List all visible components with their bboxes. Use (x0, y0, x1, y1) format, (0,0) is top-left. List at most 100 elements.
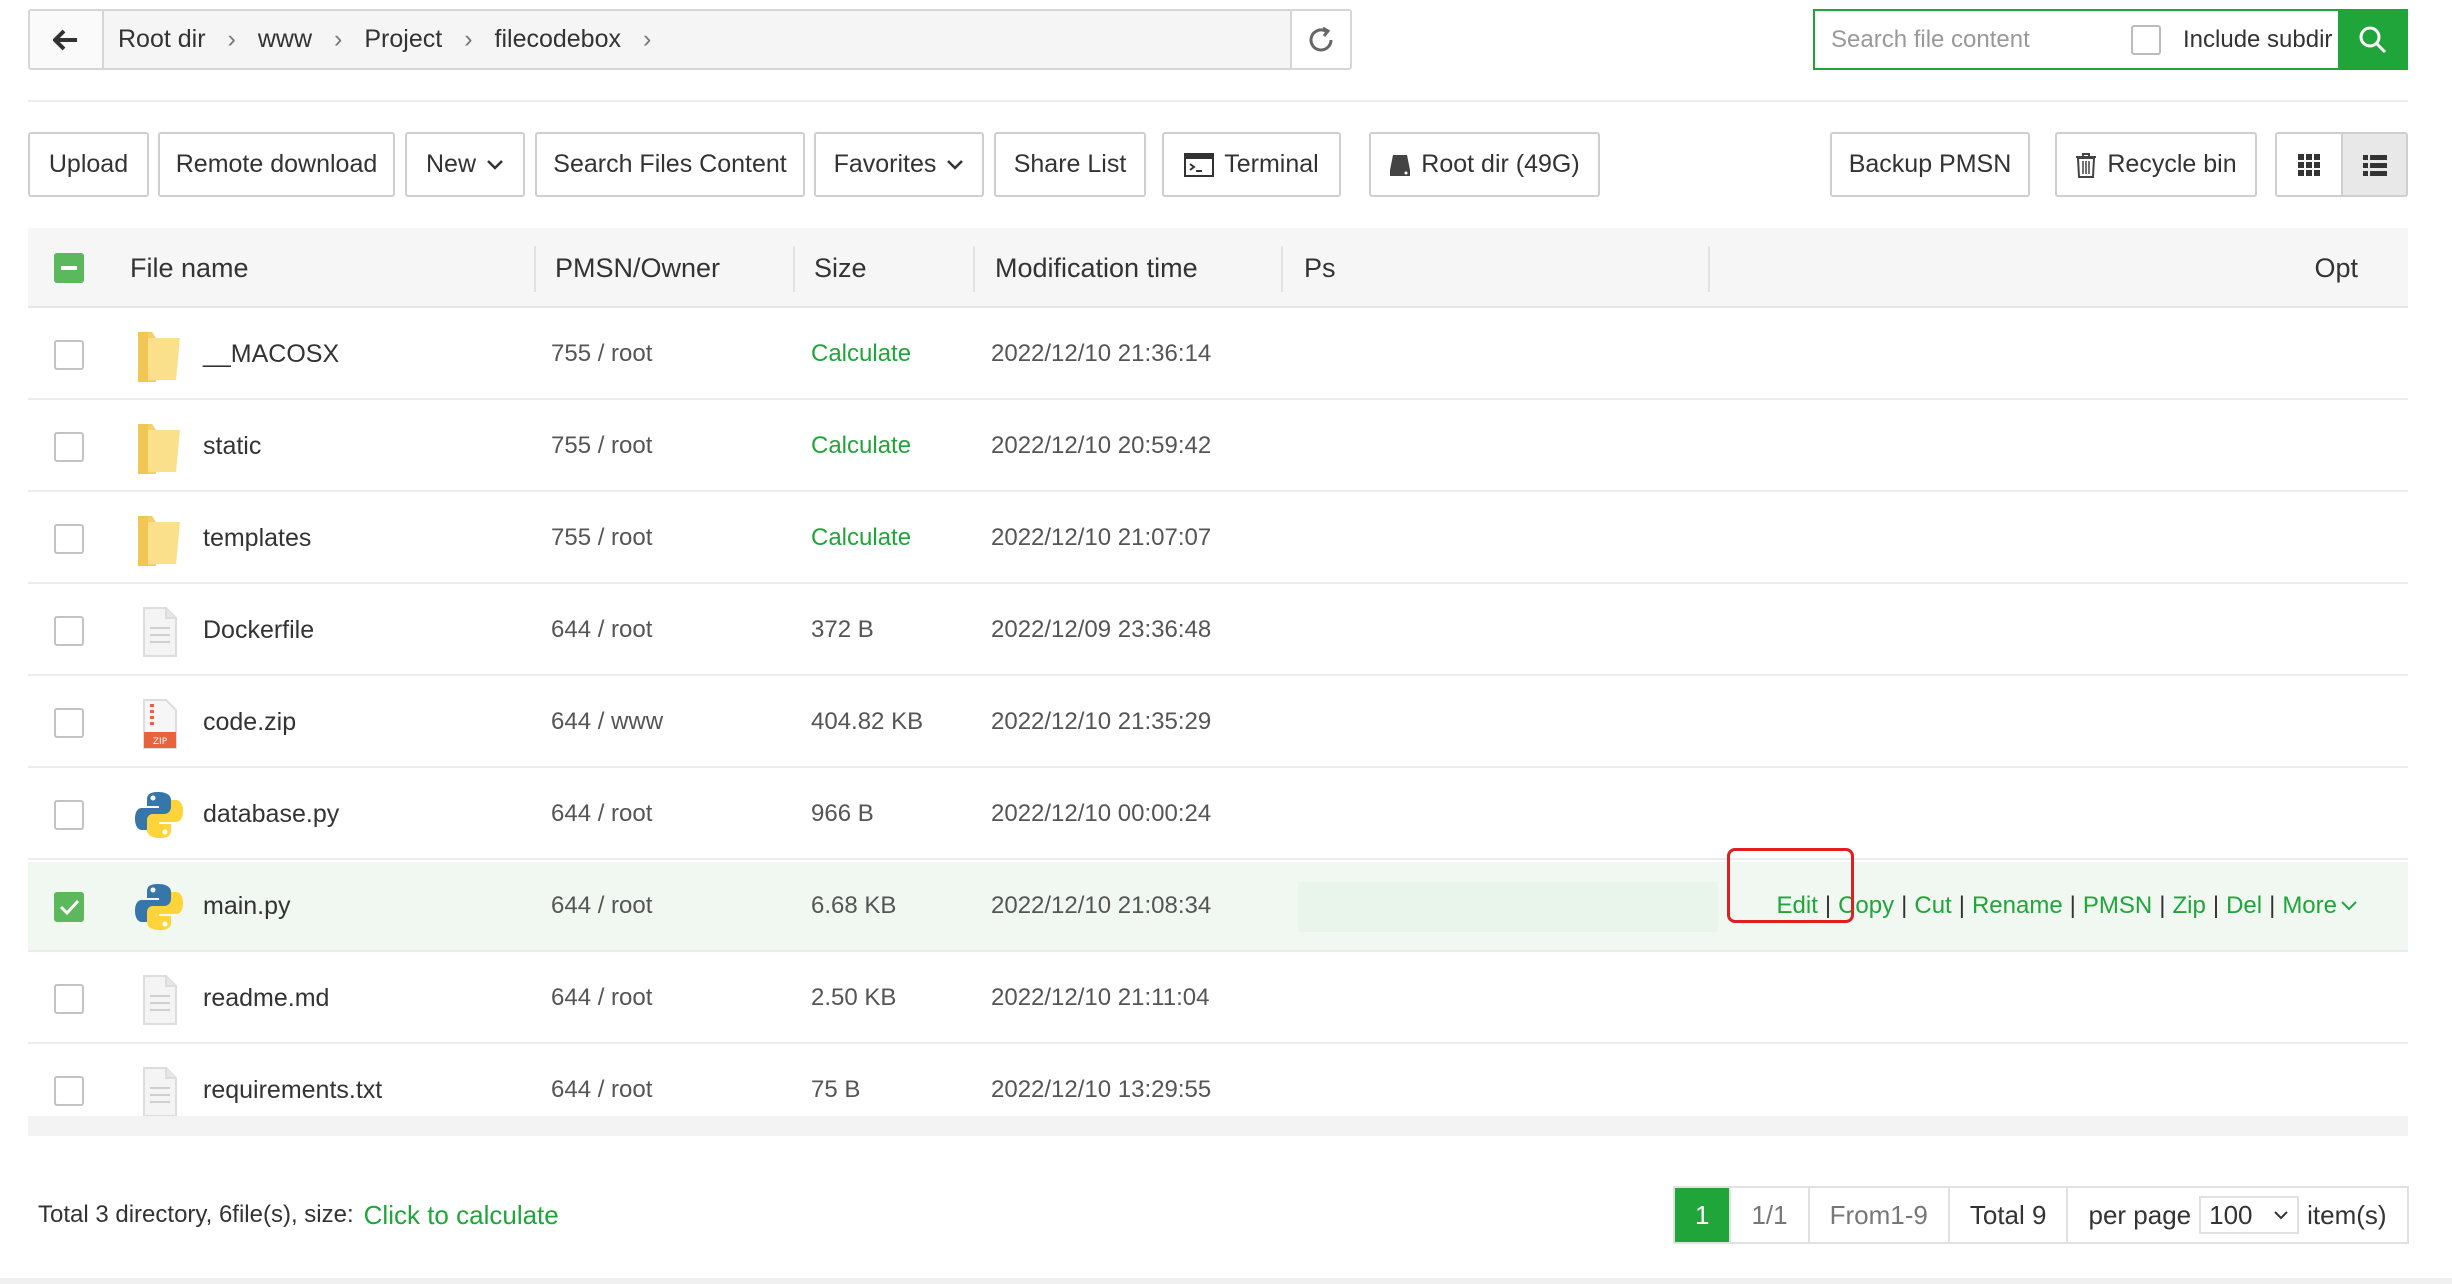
table-row[interactable]: main.py 644 / root 6.68 KB 2022/12/10 21:08… (28, 862, 2408, 952)
header-owner[interactable]: PMSN/Owner (555, 228, 720, 308)
file-owner[interactable]: 644 / root (551, 770, 652, 858)
remote-download-label: Remote download (175, 150, 378, 178)
recycle-bin-button[interactable]: Recycle bin (2055, 132, 2257, 197)
include-subdir-toggle[interactable]: Include subdir (2131, 24, 2333, 55)
row-checkbox[interactable] (54, 340, 84, 370)
file-size: 6.68 KB (811, 892, 897, 919)
file-owner[interactable]: 644 / root (551, 862, 652, 950)
chevron-right-icon[interactable]: › (643, 25, 651, 54)
table-row[interactable]: ZIP code.zip 644 / www 404.82 KB 2022/12/10 … (28, 678, 2408, 768)
file-name[interactable]: Dockerfile (203, 586, 314, 674)
row-checkbox[interactable] (54, 800, 84, 830)
row-checkbox[interactable] (54, 1076, 84, 1106)
search-button[interactable] (2338, 9, 2408, 70)
header-mtime[interactable]: Modification time (995, 228, 1198, 308)
table-row[interactable]: database.py 644 / root 966 B 2022/12/10 00:… (28, 770, 2408, 860)
grid-view-button[interactable] (2275, 132, 2343, 197)
action-separator: | (2069, 892, 2076, 919)
calculate-size-link[interactable]: Calculate (811, 310, 911, 398)
table-row[interactable]: Dockerfile 644 / root 372 B 2022/12/09 23:3… (28, 586, 2408, 676)
file-size: 2.50 KB (811, 984, 897, 1011)
breadcrumb-project[interactable]: Project (364, 25, 442, 54)
row-checkbox[interactable] (54, 432, 84, 462)
list-view-button[interactable] (2341, 132, 2408, 197)
action-rename-link[interactable]: Rename (1972, 892, 2063, 920)
file-owner[interactable]: 644 / root (551, 954, 652, 1042)
row-checkbox[interactable] (54, 616, 84, 646)
share-list-button[interactable]: Share List (994, 132, 1146, 197)
action-zip-link[interactable]: Zip (2172, 892, 2205, 920)
file-owner[interactable]: 644 / root (551, 586, 652, 674)
backup-pmsn-label: Backup PMSN (1848, 150, 2012, 178)
column-divider (1281, 246, 1283, 292)
recycle-bin-label: Recycle bin (2107, 150, 2237, 178)
remote-download-button[interactable]: Remote download (158, 132, 395, 197)
file-name[interactable]: templates (203, 494, 311, 582)
include-subdir-label: Include subdir (2183, 25, 2333, 53)
content-search: Include subdir (1813, 9, 2408, 70)
breadcrumb-root[interactable]: Root dir (118, 25, 206, 54)
refresh-button[interactable] (1290, 11, 1350, 68)
favorites-button[interactable]: Favorites (814, 132, 984, 197)
per-page-select[interactable]: 100 (2199, 1196, 2300, 1234)
calculate-size-link[interactable]: Click to calculate (364, 1200, 559, 1231)
search-files-content-label: Search Files Content (553, 150, 787, 178)
calculate-size-link[interactable]: Calculate (811, 494, 911, 582)
row-checkbox[interactable] (54, 524, 84, 554)
search-input[interactable] (1815, 10, 2123, 69)
trash-icon (2076, 152, 2097, 178)
file-name[interactable]: main.py (203, 862, 291, 950)
table-row[interactable]: __MACOSX 755 / root Calculate 2022/12/10 21… (28, 310, 2408, 400)
header-file-name[interactable]: File name (130, 228, 249, 308)
file-name[interactable]: database.py (203, 770, 339, 858)
select-all-checkbox[interactable] (54, 253, 84, 283)
address-bar: Root dir › www › Project › filecodebox › (28, 9, 1352, 70)
root-dir-button[interactable]: Root dir (49G) (1369, 132, 1600, 197)
row-checkbox[interactable] (54, 708, 84, 738)
total-count: Total 9 (1950, 1188, 2069, 1242)
table-row[interactable]: readme.md 644 / root 2.50 KB 2022/12/10 21:… (28, 954, 2408, 1044)
file-owner[interactable]: 755 / root (551, 310, 652, 398)
ps-field[interactable] (1298, 882, 1718, 932)
file-mtime: 2022/12/10 21:35:29 (991, 708, 1212, 735)
action-separator: | (1958, 892, 1965, 919)
file-name[interactable]: static (203, 402, 261, 490)
file-owner[interactable]: 755 / root (551, 494, 652, 582)
table-row[interactable]: static 755 / root Calculate 2022/12/10 20:5… (28, 402, 2408, 492)
breadcrumb-www[interactable]: www (258, 25, 312, 54)
back-button[interactable] (30, 11, 104, 68)
text-file-icon (132, 604, 186, 658)
zip-file-icon: ZIP (132, 696, 186, 750)
file-name[interactable]: code.zip (203, 678, 296, 766)
new-button[interactable]: New (405, 132, 525, 197)
calculate-size-link[interactable]: Calculate (811, 402, 911, 490)
action-del-link[interactable]: Del (2226, 892, 2262, 920)
row-checkbox[interactable] (54, 892, 84, 922)
file-name[interactable]: readme.md (203, 954, 329, 1042)
svg-text:ZIP: ZIP (153, 737, 168, 747)
file-size: 404.82 KB (811, 708, 924, 735)
chevron-down-icon (2341, 901, 2357, 911)
file-name[interactable]: __MACOSX (203, 310, 339, 398)
action-more-link[interactable]: More (2282, 892, 2337, 920)
upload-button[interactable]: Upload (28, 132, 149, 197)
table-scrollbar[interactable] (28, 1116, 2408, 1136)
python-icon (132, 788, 186, 842)
breadcrumb-filecodebox[interactable]: filecodebox (495, 25, 621, 54)
terminal-button[interactable]: Terminal (1162, 132, 1341, 197)
file-owner[interactable]: 644 / www (551, 678, 663, 766)
arrow-left-icon (53, 29, 77, 50)
include-subdir-checkbox[interactable] (2131, 24, 2161, 55)
action-separator: | (2212, 892, 2220, 919)
column-divider (534, 246, 536, 292)
header-size[interactable]: Size (814, 228, 867, 308)
page-current[interactable]: 1 (1675, 1188, 1732, 1242)
backup-pmsn-button[interactable]: Backup PMSN (1830, 132, 2030, 197)
row-checkbox[interactable] (54, 984, 84, 1014)
python-icon (132, 880, 186, 934)
action-cut-link[interactable]: Cut (1914, 892, 1951, 920)
action-pmsn-link[interactable]: PMSN (2083, 892, 2152, 920)
table-row[interactable]: templates 755 / root Calculate 2022/12/10 2… (28, 494, 2408, 584)
file-owner[interactable]: 755 / root (551, 402, 652, 490)
search-files-content-button[interactable]: Search Files Content (535, 132, 805, 197)
